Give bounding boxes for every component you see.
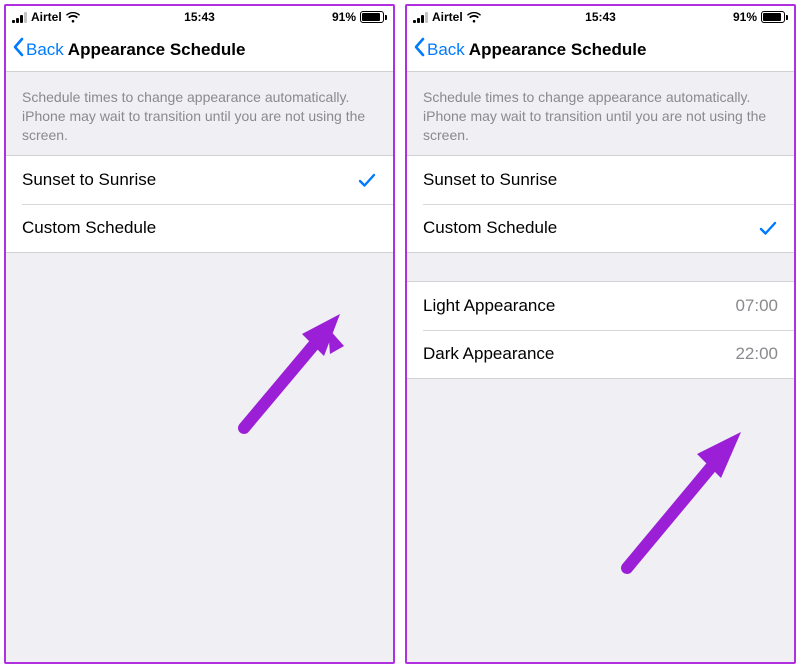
light-appearance-row[interactable]: Light Appearance 07:00 xyxy=(407,282,794,330)
checkmark-icon xyxy=(357,170,377,190)
status-bar: Airtel 15:43 91% xyxy=(6,6,393,28)
option-label: Custom Schedule xyxy=(423,218,557,238)
wifi-icon xyxy=(467,12,481,23)
back-button[interactable]: Back xyxy=(12,37,64,62)
checkmark-icon xyxy=(758,218,778,238)
option-custom-schedule[interactable]: Custom Schedule xyxy=(22,204,393,252)
back-label: Back xyxy=(26,40,64,60)
cell-label: Dark Appearance xyxy=(423,344,554,364)
back-label: Back xyxy=(427,40,465,60)
annotation-arrow-icon xyxy=(236,306,356,436)
option-sunset-sunrise[interactable]: Sunset to Sunrise xyxy=(407,156,794,204)
section-description: Schedule times to change appearance auto… xyxy=(6,72,393,155)
schedule-options-group: Sunset to Sunrise Custom Schedule xyxy=(407,155,794,253)
annotation-arrow-icon xyxy=(617,426,757,576)
cellular-signal-icon xyxy=(413,12,428,23)
battery-percent: 91% xyxy=(733,10,757,24)
dark-appearance-row[interactable]: Dark Appearance 22:00 xyxy=(423,330,794,378)
cell-label: Light Appearance xyxy=(423,296,555,316)
chevron-left-icon xyxy=(12,37,24,62)
nav-bar: Back Appearance Schedule xyxy=(6,28,393,72)
option-sunset-sunrise[interactable]: Sunset to Sunrise xyxy=(6,156,393,204)
status-bar: Airtel 15:43 91% xyxy=(407,6,794,28)
wifi-icon xyxy=(66,12,80,23)
appearance-times-group: Light Appearance 07:00 Dark Appearance 2… xyxy=(407,281,794,379)
cell-value: 07:00 xyxy=(735,296,778,316)
battery-icon xyxy=(360,11,387,23)
battery-icon xyxy=(761,11,788,23)
nav-bar: Back Appearance Schedule xyxy=(407,28,794,72)
battery-percent: 91% xyxy=(332,10,356,24)
option-custom-schedule[interactable]: Custom Schedule xyxy=(423,204,794,252)
screenshot-left: Airtel 15:43 91% Back Appearance Schedul… xyxy=(4,4,395,664)
carrier-label: Airtel xyxy=(432,10,463,24)
carrier-label: Airtel xyxy=(31,10,62,24)
page-title: Appearance Schedule xyxy=(469,40,647,60)
schedule-options-group: Sunset to Sunrise Custom Schedule xyxy=(6,155,393,253)
clock: 15:43 xyxy=(585,10,616,24)
page-title: Appearance Schedule xyxy=(68,40,246,60)
section-description: Schedule times to change appearance auto… xyxy=(407,72,794,155)
cell-value: 22:00 xyxy=(735,344,778,364)
screenshot-right: Airtel 15:43 91% Back Appearance Schedul… xyxy=(405,4,796,664)
back-button[interactable]: Back xyxy=(413,37,465,62)
option-label: Custom Schedule xyxy=(22,218,156,238)
option-label: Sunset to Sunrise xyxy=(22,170,156,190)
cellular-signal-icon xyxy=(12,12,27,23)
clock: 15:43 xyxy=(184,10,215,24)
option-label: Sunset to Sunrise xyxy=(423,170,557,190)
chevron-left-icon xyxy=(413,37,425,62)
